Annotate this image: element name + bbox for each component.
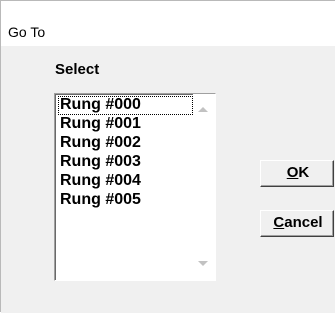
ok-mnemonic: O xyxy=(286,164,299,181)
list-item-rung-000[interactable]: Rung #000 xyxy=(58,96,193,115)
scroll-up-arrow-icon[interactable] xyxy=(198,107,208,112)
ok-button[interactable]: OK xyxy=(260,160,334,187)
scroll-down-arrow-icon[interactable] xyxy=(198,261,208,266)
cancel-label-rest: ancel xyxy=(284,214,323,231)
go-to-dialog: Go To Select Rung #000 Rung #001 Rung #0… xyxy=(0,0,335,313)
title-bar[interactable]: Go To xyxy=(1,1,335,46)
list-item-rung-001[interactable]: Rung #001 xyxy=(58,115,193,134)
cancel-mnemonic: C xyxy=(273,214,285,231)
list-item-rung-002[interactable]: Rung #002 xyxy=(58,134,193,153)
window-title: Go To xyxy=(8,24,46,40)
list-item-rung-004[interactable]: Rung #004 xyxy=(58,172,193,191)
ok-label-rest: K xyxy=(298,164,310,181)
vertical-scrollbar[interactable] xyxy=(193,94,215,280)
cancel-button[interactable]: Cancel xyxy=(260,210,334,237)
rung-listbox[interactable]: Rung #000 Rung #001 Rung #002 Rung #003 … xyxy=(54,93,216,281)
list-items: Rung #000 Rung #001 Rung #002 Rung #003 … xyxy=(58,96,193,210)
select-label: Select xyxy=(55,61,100,78)
list-item-rung-005[interactable]: Rung #005 xyxy=(58,191,193,210)
list-item-rung-003[interactable]: Rung #003 xyxy=(58,153,193,172)
